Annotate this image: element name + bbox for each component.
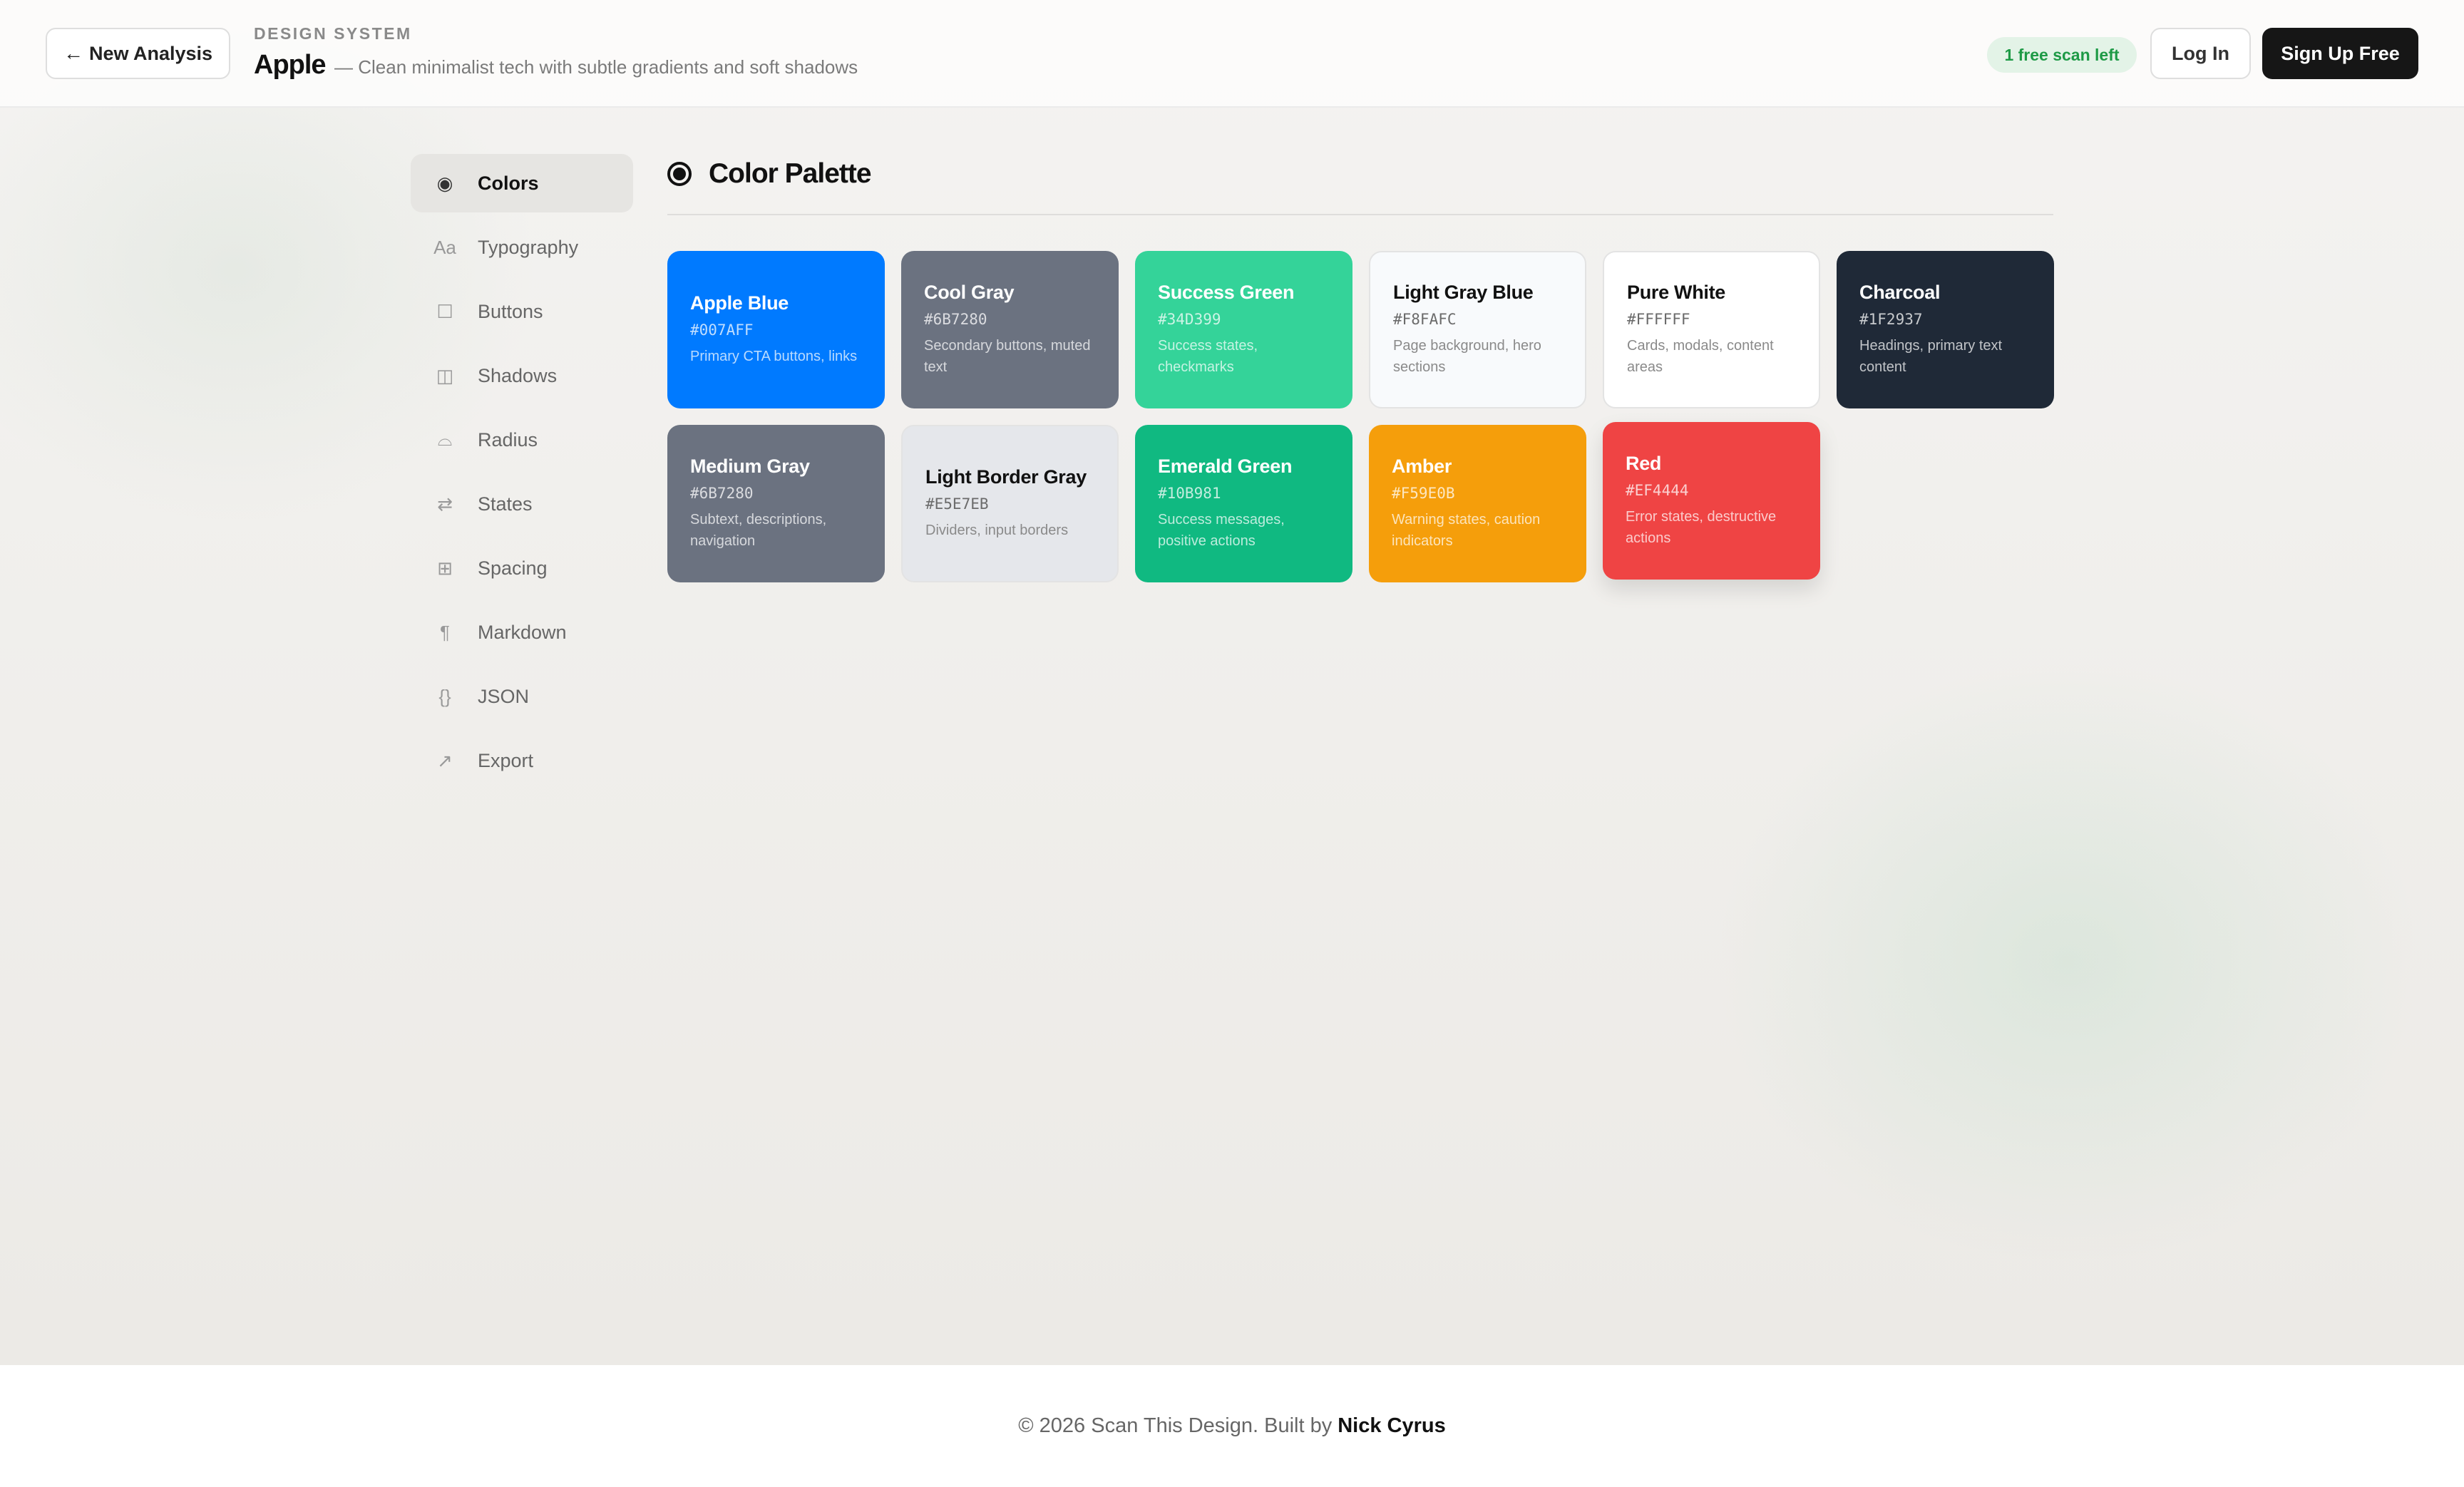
swatch-description: Error states, destructive actions [1626,509,1777,546]
swap-icon: ⇄ [437,493,453,515]
color-swatch-grid: Apple Blue #007AFF Primary CTA buttons, li… [667,251,2054,586]
sidebar-item-states[interactable]: ⇄ States [411,475,633,533]
color-swatch-card[interactable]: Amber #F59E0B Warning states, caution indi… [1369,425,1586,582]
radio-dot-icon: ◉ [436,172,453,194]
swatch-hex: #6B7280 [690,485,754,502]
section-title: Color Palette [709,158,872,189]
swatch-hex: #6B7280 [924,311,987,328]
swatch-hex: #E5E7EB [925,495,989,513]
sidebar-item-label: Radius [478,428,538,451]
new-analysis-button[interactable]: ← New Analysis [46,28,230,79]
sidebar-item-label: Buttons [478,300,543,322]
swatch-name: Light Gray Blue [1393,282,1534,303]
sidebar-item-shadows[interactable]: ◫ Shadows [411,346,633,405]
sidebar-item-label: Spacing [478,557,548,579]
color-swatch-card[interactable]: Apple Blue #007AFF Primary CTA buttons, li… [667,251,885,408]
swatch-name: Pure White [1627,282,1726,303]
color-swatch-card[interactable]: Light Border Gray #E5E7EB Dividers, input … [901,425,1119,582]
swatch-name: Apple Blue [690,292,789,314]
new-analysis-label: New Analysis [88,42,213,64]
color-swatch-card[interactable]: Success Green #34D399 Success states, chec… [1135,251,1352,408]
swatch-name: Amber [1392,456,1452,477]
color-swatch-card[interactable]: Medium Gray #6B7280 Subtext, descriptions,… [667,425,885,582]
swatch-name: Light Border Gray [925,466,1087,488]
radius-icon: ⌓ [437,428,453,450]
free-scan-badge: 1 free scan left [1987,37,2137,73]
brand-name: Apple [254,50,327,80]
login-button[interactable]: Log In [2150,28,2251,79]
page-background [0,0,2464,1365]
color-swatch-card[interactable]: Red #EF4444 Error states, destructive acti… [1603,422,1820,580]
sidebar-item-label: Typography [478,236,579,258]
swatch-hex: #10B981 [1158,485,1221,502]
swatch-name: Medium Gray [690,456,810,477]
signup-button[interactable]: Sign Up Free [2262,28,2418,79]
swatch-description: Dividers, input borders [925,523,1069,538]
swatch-description: Success messages, positive actions [1158,512,1285,549]
sidebar-item-typography[interactable]: Aa Typography [411,218,633,277]
swatch-description: Subtext, descriptions, navigation [690,512,827,549]
color-swatch-card[interactable]: Pure White #FFFFFF Cards, modals, content … [1603,251,1820,408]
sidebar-item-label: Colors [478,172,539,194]
sidebar-nav: ◉ Colors Aa Typography ☐ Buttons ◫ Shadows ⌓ Radi… [411,154,633,796]
sidebar-item-label: States [478,493,533,515]
swatch-hex: #1F2937 [1859,311,1923,328]
braces-icon: {} [438,685,451,707]
swatch-hex: #F8FAFC [1393,311,1457,328]
swatch-description: Page background, hero sections [1393,338,1541,375]
grid-icon: ⊞ [437,557,453,579]
swatch-description: Warning states, caution indicators [1392,512,1541,549]
pilcrow-icon: ¶ [440,621,450,643]
square-icon: ☐ [436,300,453,322]
color-swatch-card[interactable]: Cool Gray #6B7280 Secondary buttons, muted… [901,251,1119,408]
sidebar-item-label: Markdown [478,621,567,643]
swatch-name: Emerald Green [1158,456,1293,477]
sidebar-item-spacing[interactable]: ⊞ Spacing [411,539,633,597]
swatch-hex: #FFFFFF [1627,311,1690,328]
color-swatch-card[interactable]: Emerald Green #10B981 Success messages, po… [1135,425,1352,582]
sidebar-item-buttons[interactable]: ☐ Buttons [411,282,633,341]
swatch-description: Secondary buttons, muted text [924,338,1091,375]
sidebar-item-markdown[interactable]: ¶ Markdown [411,603,633,662]
color-swatch-card[interactable]: Charcoal #1F2937 Headings, primary text co… [1837,251,2054,408]
sidebar-item-colors[interactable]: ◉ Colors [411,154,633,212]
section-header: Color Palette [667,158,872,190]
sidebar-item-export[interactable]: ↗ Export [411,731,633,790]
swatch-name: Red [1626,453,1662,474]
layers-icon: ◫ [436,364,454,386]
radio-dot-icon [667,162,692,186]
swatch-hex: #EF4444 [1626,482,1689,499]
swatch-description: Primary CTA buttons, links [690,349,858,364]
color-swatch-card[interactable]: Light Gray Blue #F8FAFC Page background, h… [1369,251,1586,408]
section-divider [667,214,2053,215]
export-arrow-icon: ↗ [437,749,453,771]
sidebar-item-label: JSON [478,685,530,707]
swatch-name: Charcoal [1859,282,1941,303]
design-system-eyebrow: DESIGN SYSTEM [254,24,412,43]
sidebar-item-label: Shadows [478,364,558,386]
swatch-name: Success Green [1158,282,1295,303]
sidebar-item-radius[interactable]: ⌓ Radius [411,411,633,469]
swatch-description: Cards, modals, content areas [1627,338,1774,375]
typography-icon: Aa [433,236,456,258]
page-title: Apple — Clean minimalist tech with subtl… [254,50,858,81]
footer-author-link[interactable]: Nick Cyrus [1338,1414,1446,1438]
swatch-description: Headings, primary text content [1859,338,2003,375]
swatch-hex: #007AFF [690,321,754,339]
sidebar-item-json[interactable]: {} JSON [411,667,633,726]
page-footer: © 2026 Scan This Design. Built by Nick C… [0,1365,2464,1487]
swatch-name: Cool Gray [924,282,1015,303]
swatch-hex: #F59E0B [1392,485,1455,502]
top-header: ← New Analysis DESIGN SYSTEM Apple — Cle… [0,0,2464,108]
brand-tagline: — Clean minimalist tech with subtle grad… [334,56,858,78]
sidebar-item-label: Export [478,749,534,771]
swatch-hex: #34D399 [1158,311,1221,328]
swatch-description: Success states, checkmarks [1158,338,1258,375]
arrow-left-icon: ← [63,42,83,64]
footer-copyright: © 2026 Scan This Design. Built by [1018,1414,1333,1437]
